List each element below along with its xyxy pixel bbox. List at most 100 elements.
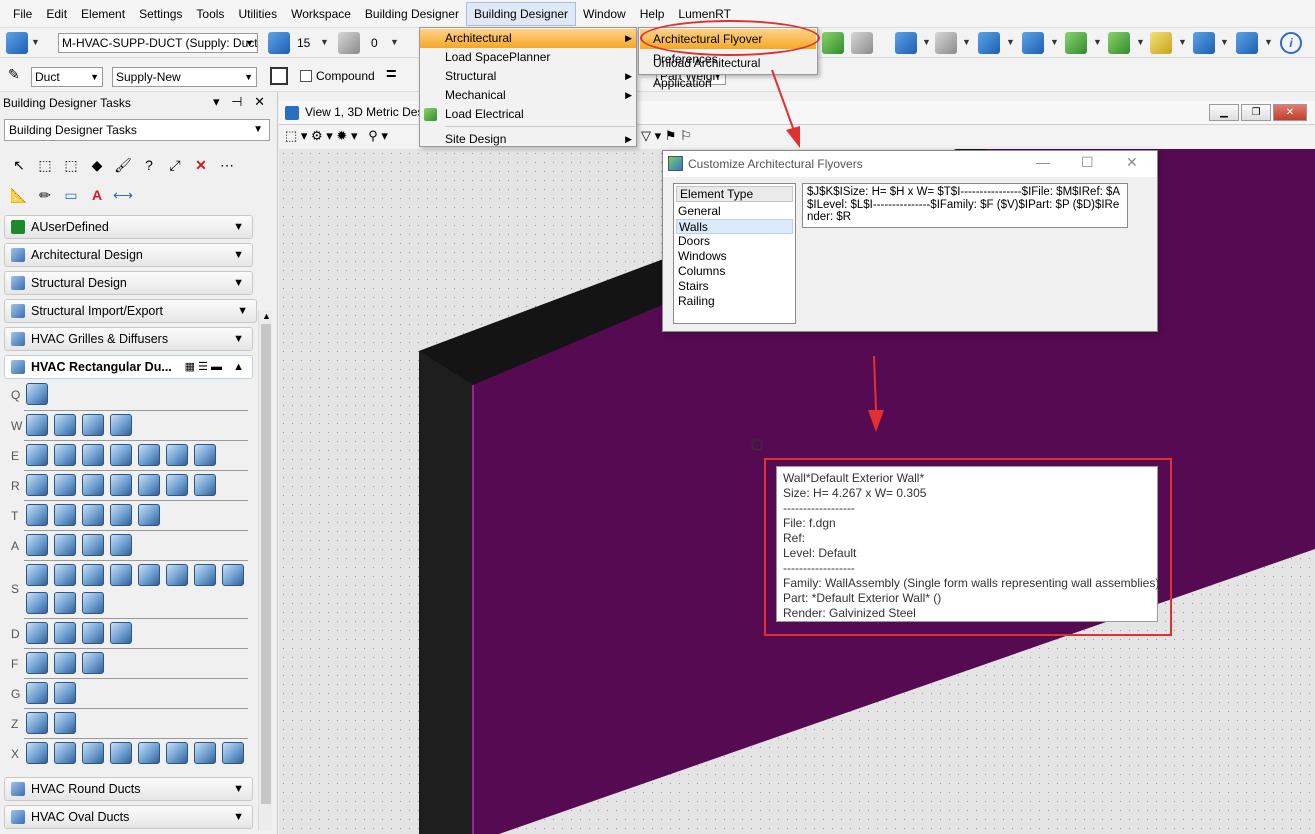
- system-combo[interactable]: Supply-New ▼: [112, 67, 257, 87]
- maximize-button[interactable]: ☐: [1081, 154, 1094, 171]
- chevron-down-icon[interactable]: ▼: [922, 37, 931, 47]
- group-hvac-oval-ducts[interactable]: HVAC Oval Ducts ▼: [4, 805, 253, 829]
- tasks-scrollbar[interactable]: ▲: [258, 310, 272, 830]
- query-icon[interactable]: ?: [138, 154, 160, 176]
- group-architectural-design[interactable]: Architectural Design ▼: [4, 243, 253, 267]
- duct-tool-icon[interactable]: [222, 742, 244, 764]
- duct-tool-icon[interactable]: [54, 652, 76, 674]
- duct-tool-icon[interactable]: [110, 742, 132, 764]
- text-icon[interactable]: A: [86, 184, 108, 206]
- duct-tool-icon[interactable]: [26, 534, 48, 556]
- duct-tool-icon[interactable]: [110, 534, 132, 556]
- scroll-thumb[interactable]: [261, 324, 271, 804]
- list-item-columns[interactable]: Columns: [676, 264, 793, 279]
- duct-tool-icon[interactable]: [138, 742, 160, 764]
- close-button[interactable]: ✕: [1273, 104, 1307, 121]
- menu-item-unload-architectural[interactable]: Unload Architectural Application: [640, 53, 816, 90]
- menu-building-designer-2[interactable]: Building Designer: [465, 1, 577, 26]
- references-icon[interactable]: [978, 32, 1000, 54]
- duct-tool-icon[interactable]: [166, 742, 188, 764]
- scroll-up-icon[interactable]: ▲: [262, 311, 271, 321]
- place-tool-icon[interactable]: [822, 32, 844, 54]
- menu-help[interactable]: Help: [633, 0, 672, 28]
- rectangle-icon[interactable]: ▭: [60, 184, 82, 206]
- restore-button[interactable]: ❐: [1241, 104, 1271, 121]
- menu-item-load-electrical[interactable]: Load Electrical: [420, 105, 636, 124]
- duct-tool-icon[interactable]: [54, 682, 76, 704]
- duct-tool-icon[interactable]: [54, 414, 76, 436]
- duct-tool-icon[interactable]: [110, 474, 132, 496]
- flyover-template-field[interactable]: $J$K$ISize: H= $H x W= $T$I-------------…: [802, 183, 1128, 228]
- level-manager-icon[interactable]: [6, 32, 28, 54]
- group-structural-import-export[interactable]: Structural Import/Export ▼: [4, 299, 257, 323]
- view-mode-icons[interactable]: ▦ ☰ ▬: [185, 356, 222, 378]
- terrain-icon[interactable]: [1065, 32, 1087, 54]
- duct-tool-icon[interactable]: [82, 474, 104, 496]
- list-header[interactable]: Element Type: [676, 186, 793, 202]
- close-button[interactable]: ✕: [1126, 154, 1138, 171]
- menu-file[interactable]: File: [6, 0, 39, 28]
- pencil-icon[interactable]: ✏: [34, 184, 56, 206]
- menu-tools[interactable]: Tools: [189, 0, 231, 28]
- weight-value[interactable]: 0: [371, 36, 378, 50]
- menu-window[interactable]: Window: [576, 0, 633, 28]
- panel-controls[interactable]: ▾ ⊣ ✕: [213, 94, 269, 110]
- duct-tool-icon[interactable]: [54, 712, 76, 734]
- tasks-select[interactable]: Building Designer Tasks ▼: [4, 119, 270, 141]
- duct-tool-icon[interactable]: [138, 504, 160, 526]
- snap-icon[interactable]: [1193, 32, 1215, 54]
- menu-building-designer-1[interactable]: Building Designer: [358, 0, 466, 28]
- list-item-stairs[interactable]: Stairs: [676, 279, 793, 294]
- group-hvac-round-ducts[interactable]: HVAC Round Ducts ▼: [4, 777, 253, 801]
- duct-tool-icon[interactable]: [166, 564, 188, 586]
- chevron-down-icon[interactable]: ▼: [1050, 37, 1059, 47]
- chevron-down-icon[interactable]: ▼: [1220, 37, 1229, 47]
- duct-tool-icon[interactable]: [110, 504, 132, 526]
- chevron-down-icon[interactable]: ▼: [320, 37, 329, 47]
- menu-edit[interactable]: Edit: [39, 0, 74, 28]
- minimize-button[interactable]: ▁: [1209, 104, 1239, 121]
- duct-tool-icon[interactable]: [110, 414, 132, 436]
- duct-tool-icon[interactable]: [54, 444, 76, 466]
- duct-tool-icon[interactable]: [110, 444, 132, 466]
- duct-tool-icon[interactable]: [54, 742, 76, 764]
- menu-settings[interactable]: Settings: [132, 0, 189, 28]
- menu-workspace[interactable]: Workspace: [284, 0, 358, 28]
- chevron-down-icon[interactable]: ▼: [962, 37, 971, 47]
- list-item-general[interactable]: General: [676, 204, 793, 219]
- chevron-down-icon[interactable]: ▼: [1136, 37, 1145, 47]
- duct-tool-icon[interactable]: [54, 474, 76, 496]
- duct-tool-icon[interactable]: [82, 564, 104, 586]
- view-filter-icons[interactable]: ▽ ▾ ⚑ ⚐: [641, 128, 692, 144]
- selection-box-icon[interactable]: ⬚: [34, 154, 56, 176]
- chevron-down-icon[interactable]: ▼: [1093, 37, 1102, 47]
- view-tools-icons[interactable]: ⬚ ▾ ⚙ ▾ ✹ ▾ ⚲ ▾: [285, 128, 388, 144]
- duct-tool-icon[interactable]: [110, 564, 132, 586]
- duct-tool-icon[interactable]: [138, 444, 160, 466]
- duct-tool-icon[interactable]: [54, 564, 76, 586]
- duct-type-combo[interactable]: Duct ▼: [31, 67, 103, 87]
- fence-icon[interactable]: ⬚: [60, 154, 82, 176]
- menu-item-architectural[interactable]: Architectural ▶: [420, 29, 636, 48]
- chevron-down-icon[interactable]: ▼: [1264, 37, 1273, 47]
- duct-tool-icon[interactable]: [26, 444, 48, 466]
- line-style-icon[interactable]: [338, 32, 360, 54]
- duct-tool-icon[interactable]: [26, 383, 48, 405]
- duct-tool-icon[interactable]: [54, 534, 76, 556]
- duct-tool-icon[interactable]: [26, 414, 48, 436]
- duct-tool-icon[interactable]: [26, 652, 48, 674]
- duct-tool-icon[interactable]: [194, 444, 216, 466]
- duct-tool-icon[interactable]: [194, 742, 216, 764]
- chevron-down-icon[interactable]: ▼: [1006, 37, 1015, 47]
- scale-icon[interactable]: ⤢: [164, 154, 186, 176]
- cube-icon[interactable]: [895, 32, 917, 54]
- duct-tool-icon[interactable]: [54, 622, 76, 644]
- group-hvac-rectangular[interactable]: HVAC Rectangular Du... ▦ ☰ ▬ ▲: [4, 355, 253, 379]
- duct-tool-icon[interactable]: [82, 504, 104, 526]
- lock-icon[interactable]: [851, 32, 873, 54]
- duct-tool-icon[interactable]: [54, 504, 76, 526]
- cloud-icon[interactable]: [1022, 32, 1044, 54]
- color-value[interactable]: 15: [297, 36, 310, 50]
- info-icon[interactable]: i: [1280, 32, 1302, 54]
- duct-tool-icon[interactable]: [82, 622, 104, 644]
